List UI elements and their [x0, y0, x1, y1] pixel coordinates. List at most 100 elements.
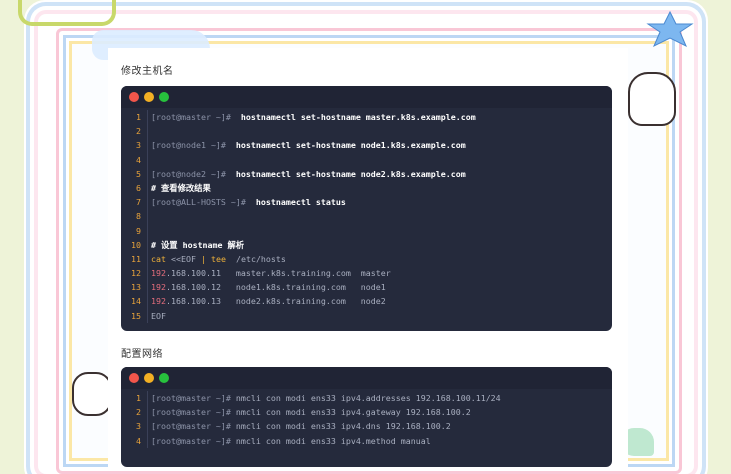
code-text: 192.168.100.11 master.k8s.training.com m… — [151, 266, 391, 280]
window-maximize-dot-icon — [159, 92, 169, 102]
gutter-divider — [147, 405, 148, 420]
line-number: 9 — [136, 225, 141, 236]
code-token: 192 — [151, 296, 166, 307]
code-token: nmcli con modi ens33 ipv4.dns 192.168.10… — [230, 421, 451, 432]
code-line: 14 192.168.100.13 node2.k8s.training.com … — [121, 294, 612, 309]
line-number: 1 — [136, 393, 141, 403]
gutter-divider — [147, 195, 148, 210]
code-line: 2 — [121, 124, 612, 139]
window-close-dot-icon — [129, 92, 139, 102]
gutter-divider — [147, 209, 148, 224]
code-line: 1 [root@master ~]# hostnamectl set-hostna… — [121, 110, 612, 125]
code-line: 6 # 查看修改结果 — [121, 180, 612, 196]
window-maximize-dot-icon — [159, 373, 169, 383]
line-number: 6 — [136, 182, 141, 193]
gutter-divider — [147, 433, 148, 448]
gutter-divider — [147, 152, 148, 167]
code-text: [root@master ~]# nmcli con modi ens33 ip… — [151, 434, 431, 448]
code-line: 12 192.168.100.11 master.k8s.training.com… — [121, 266, 612, 281]
code-line: 9 — [121, 223, 612, 238]
gutter-divider — [147, 223, 148, 238]
line-number: 8 — [136, 211, 141, 222]
section-heading: 配置网络 — [121, 349, 163, 360]
code-token: hostnamectl set-hostname master.k8s.exam… — [230, 112, 476, 122]
line-number: 4 — [136, 435, 141, 446]
code-token: .168.100.12 node1.k8s.training.com node1 — [166, 282, 386, 293]
code-token: nmcli con modi ens33 ipv4.addresses 192.… — [230, 393, 501, 403]
star-decoration — [646, 10, 694, 48]
code-line: 4 [root@master ~]# nmcli con modi ens33 i… — [121, 433, 612, 448]
code-line: 3 [root@node1 ~]# hostnamectl set-hostnam… — [121, 138, 612, 153]
code-token: hostnamectl status — [245, 197, 346, 208]
line-number: 3 — [136, 421, 141, 432]
code-line: 11 cat <<EOF | tee /etc/hosts — [121, 251, 612, 267]
code-text: cat <<EOF | tee /etc/hosts — [151, 252, 286, 266]
code-token: /etc/hosts — [225, 253, 286, 264]
gutter-divider — [147, 166, 148, 181]
code-token: hostnamectl set-hostname node1.k8s.examp… — [225, 140, 466, 151]
code-line: 15 EOF — [121, 308, 612, 323]
line-number: 3 — [136, 140, 141, 151]
line-number: 4 — [136, 154, 141, 165]
gutter-divider — [147, 280, 148, 295]
code-token: cat — [151, 253, 166, 264]
window-minimize-dot-icon — [144, 92, 154, 102]
gutter-divider — [147, 251, 148, 267]
code-text: [root@master ~]# nmcli con modi ens33 ip… — [151, 419, 451, 433]
code-token: .168.100.11 master.k8s.training.com mast… — [166, 268, 391, 279]
code-token: [root@node2 ~]# — [151, 168, 226, 179]
gutter-divider — [147, 391, 148, 406]
code-token: [root@master ~]# — [151, 112, 231, 122]
code-line: 8 — [121, 209, 612, 224]
code-token: [root@master ~]# — [151, 421, 231, 432]
line-number: 13 — [131, 282, 141, 293]
code-token: # 设置 hostname 解析 — [151, 239, 245, 250]
code-token: hostnamectl set-hostname node2.k8s.examp… — [225, 168, 466, 179]
line-number: 5 — [136, 168, 141, 179]
code-text: [root@node2 ~]# hostnamectl set-hostname… — [151, 167, 466, 181]
line-number: 7 — [136, 197, 141, 208]
line-number: 2 — [136, 126, 141, 137]
code-token: nmcli con modi ens33 ipv4.gateway 192.16… — [230, 407, 471, 418]
paperclip-decoration — [18, 0, 116, 26]
cartoon-dog-icon — [628, 72, 676, 126]
line-number: 14 — [131, 296, 141, 307]
code-token: [root@master ~]# — [151, 393, 231, 403]
code-window-titlebar — [121, 86, 612, 108]
code-token: [root@master ~]# — [151, 407, 231, 418]
code-token: 192 — [151, 268, 166, 279]
code-text: EOF — [151, 309, 166, 323]
code-token: 192 — [151, 282, 166, 293]
code-line: 2 [root@master ~]# nmcli con modi ens33 i… — [121, 405, 612, 420]
gutter-divider — [147, 266, 148, 281]
code-block: 1 [root@master ~]# hostnamectl set-hostna… — [121, 86, 612, 331]
code-token: [root@ALL-HOSTS ~]# — [151, 197, 246, 208]
code-lines: 1 [root@master ~]# hostnamectl set-hostna… — [121, 108, 612, 327]
code-lines: 1 [root@master ~]# nmcli con modi ens33 i… — [121, 389, 612, 452]
code-text: 192.168.100.13 node2.k8s.training.com no… — [151, 294, 386, 308]
code-line: 10 # 设置 hostname 解析 — [121, 237, 612, 252]
line-number: 10 — [131, 239, 141, 250]
section-heading: 修改主机名 — [121, 66, 174, 77]
gutter-divider — [147, 138, 148, 153]
code-token: .168.100.13 node2.k8s.training.com node2 — [166, 296, 386, 307]
code-text: 192.168.100.12 node1.k8s.training.com no… — [151, 280, 386, 294]
code-token: EOF — [151, 310, 166, 321]
gutter-divider — [147, 124, 148, 139]
code-line: 4 — [121, 152, 612, 167]
code-text: # 设置 hostname 解析 — [151, 238, 244, 252]
line-number: 15 — [131, 310, 141, 321]
line-number: 1 — [136, 112, 141, 122]
code-block: 1 [root@master ~]# nmcli con modi ens33 i… — [121, 367, 612, 467]
code-line: 13 192.168.100.12 node1.k8s.training.com … — [121, 280, 612, 295]
code-text: [root@master ~]# nmcli con modi ens33 ip… — [151, 391, 501, 405]
line-number: 12 — [131, 268, 141, 279]
code-line: 5 [root@node2 ~]# hostnamectl set-hostnam… — [121, 166, 612, 181]
cartoon-dog-icon — [72, 372, 112, 416]
code-token: # 查看修改结果 — [151, 182, 211, 193]
code-line: 7 [root@ALL-HOSTS ~]# hostnamectl status — [121, 195, 612, 210]
code-text: [root@master ~]# hostnamectl set-hostnam… — [151, 110, 476, 124]
code-line: 3 [root@master ~]# nmcli con modi ens33 i… — [121, 419, 612, 434]
code-text: [root@node1 ~]# hostnamectl set-hostname… — [151, 138, 466, 152]
code-text: # 查看修改结果 — [151, 181, 211, 195]
